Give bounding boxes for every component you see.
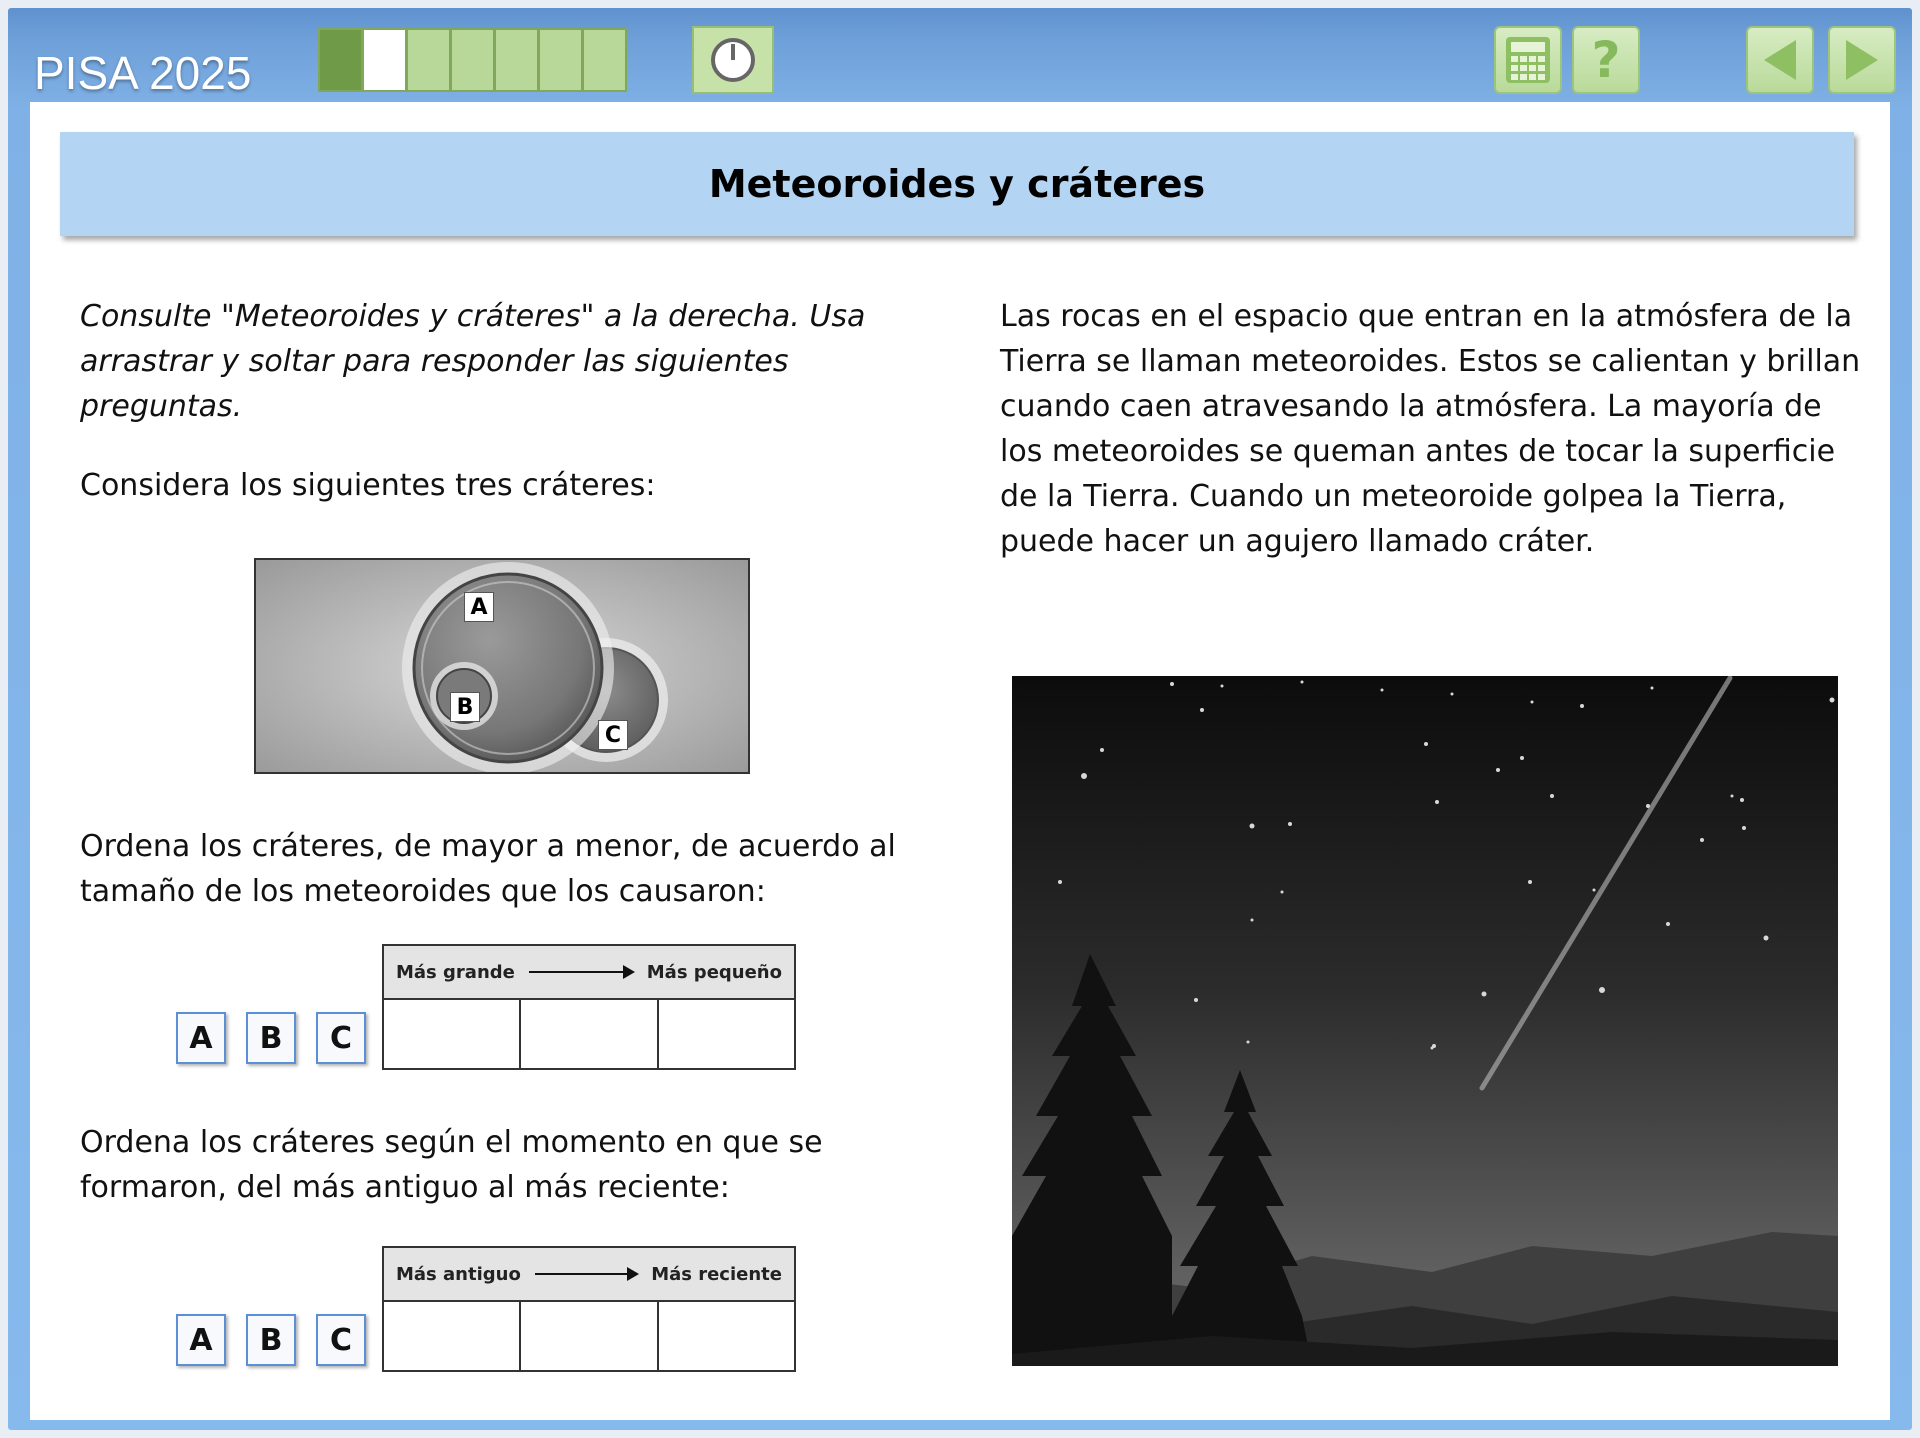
arrow-right-icon xyxy=(534,1267,640,1281)
timer-icon xyxy=(711,38,755,82)
progress-segment xyxy=(408,30,449,90)
meteor-image xyxy=(1012,676,1838,1366)
question1-text: Ordena los cráteres, de mayor a menor, d… xyxy=(80,829,896,909)
brand-title: PISA 2025 xyxy=(34,47,252,99)
stimulus-column: Las rocas en el espacio que entran en la… xyxy=(1000,294,1870,564)
meteor-night-sky-illustration xyxy=(1012,676,1838,1366)
page-title: Meteoroides y cráteres xyxy=(708,162,1206,206)
progress-segment xyxy=(364,30,405,90)
drop-row xyxy=(384,1302,794,1370)
crater-image: A B C xyxy=(254,558,750,774)
question-column: Consulte "Meteoroides y cráteres" a la d… xyxy=(80,294,940,508)
crater-label-c: C xyxy=(598,720,628,750)
order-table-header: Más grande Más pequeño xyxy=(384,946,794,1000)
drop-zone-1[interactable] xyxy=(384,1302,522,1370)
drop-row xyxy=(384,1000,794,1068)
crater-illustration xyxy=(256,560,748,772)
header-left-label: Más antiguo xyxy=(396,1263,521,1285)
back-button[interactable] xyxy=(1746,26,1814,94)
header-right-label: Más reciente xyxy=(651,1263,782,1285)
progress-bar xyxy=(318,28,627,92)
drop-zone-3[interactable] xyxy=(659,1302,794,1370)
unit-title-bar: Meteoroides y cráteres xyxy=(60,132,1854,236)
order-table-age: Más antiguo Más reciente xyxy=(382,1246,796,1372)
header-left-label: Más grande xyxy=(396,961,515,983)
drag-tile-b[interactable]: B xyxy=(246,1314,296,1366)
order-table-size: Más grande Más pequeño xyxy=(382,944,796,1070)
calculator-button[interactable] xyxy=(1494,26,1562,94)
app-frame: PISA 2025 ? Meteoroides y cráteres Consu… xyxy=(8,8,1912,1430)
drag-tile-a[interactable]: A xyxy=(176,1314,226,1366)
help-icon: ? xyxy=(1591,31,1621,89)
progress-segment xyxy=(496,30,537,90)
next-button[interactable] xyxy=(1828,26,1896,94)
drag-tile-c[interactable]: C xyxy=(316,1012,366,1064)
drag-tile-a[interactable]: A xyxy=(176,1012,226,1064)
instructions-text: Consulte "Meteoroides y cráteres" a la d… xyxy=(80,299,866,424)
calculator-icon xyxy=(1506,37,1550,83)
drop-zone-2[interactable] xyxy=(521,1302,659,1370)
arrow-right-icon xyxy=(528,965,635,979)
content-panel: Meteoroides y cráteres Consulte "Meteoro… xyxy=(30,102,1890,1420)
crater-label-b: B xyxy=(450,692,480,722)
drop-zone-1[interactable] xyxy=(384,1000,522,1068)
stimulus-text: Las rocas en el espacio que entran en la… xyxy=(1000,299,1861,559)
arrow-right-icon xyxy=(1846,40,1878,80)
drag-tile-b[interactable]: B xyxy=(246,1012,296,1064)
timer-button[interactable] xyxy=(692,26,774,94)
drag-tile-c[interactable]: C xyxy=(316,1314,366,1366)
header-right-label: Más pequeño xyxy=(646,961,782,983)
consider-text: Considera los siguientes tres cráteres: xyxy=(80,468,656,503)
top-bar: PISA 2025 ? xyxy=(8,8,1912,102)
drop-zone-2[interactable] xyxy=(521,1000,659,1068)
progress-segment xyxy=(584,30,625,90)
progress-segment xyxy=(452,30,493,90)
order-table-header: Más antiguo Más reciente xyxy=(384,1248,794,1302)
progress-segment xyxy=(320,30,361,90)
help-button[interactable]: ? xyxy=(1572,26,1640,94)
progress-segment xyxy=(540,30,581,90)
question2-text: Ordena los cráteres según el momento en … xyxy=(80,1125,823,1205)
crater-label-a: A xyxy=(464,592,494,622)
arrow-left-icon xyxy=(1764,40,1796,80)
drop-zone-3[interactable] xyxy=(659,1000,794,1068)
